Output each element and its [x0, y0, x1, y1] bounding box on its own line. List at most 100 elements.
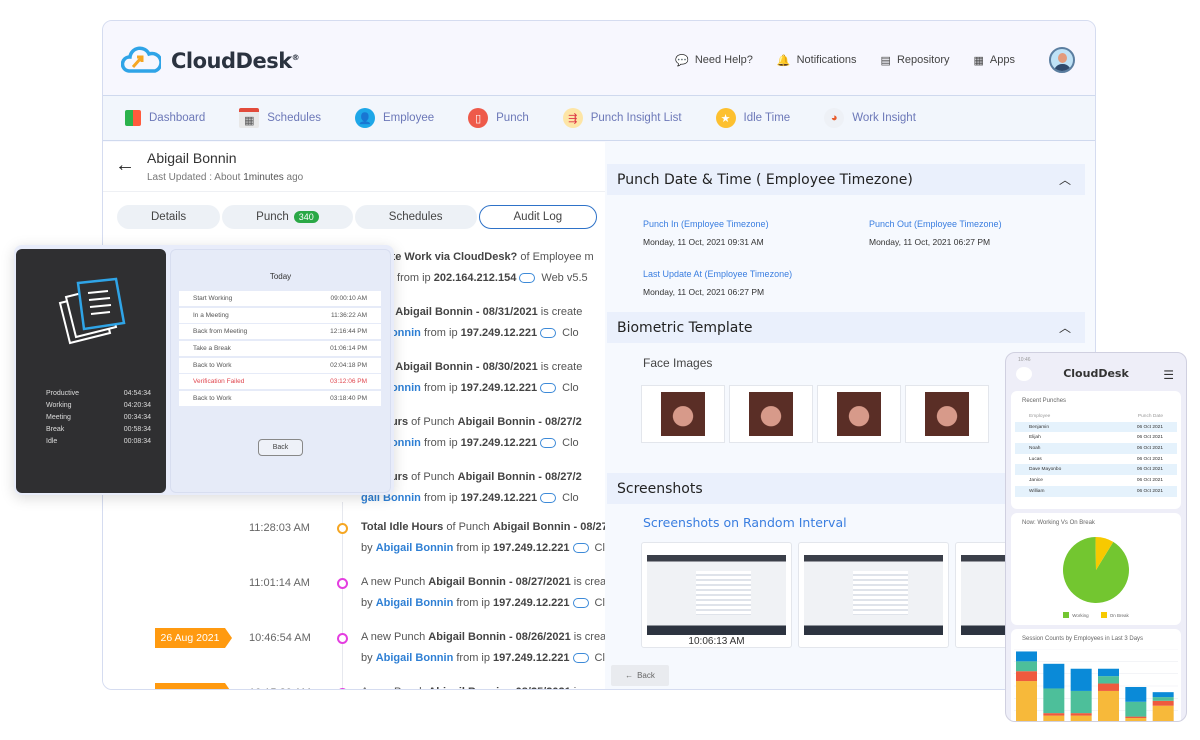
nav-idle-time[interactable]: ★ Idle Time: [715, 108, 790, 128]
bar-segment-s3-e5[interactable]: [1125, 701, 1147, 717]
user-avatar[interactable]: [1049, 47, 1075, 73]
table-row[interactable]: Dave Mayonbo 06 Oct 2021: [1015, 464, 1177, 476]
cloud-icon: [540, 438, 557, 449]
date-tag: 26 Aug 2021: [155, 628, 232, 648]
table-cell: 06 Oct 2021: [1136, 467, 1163, 473]
text: of Punch: [408, 416, 458, 428]
today-back-button[interactable]: Back: [258, 439, 303, 456]
bar-segment-s2-e4[interactable]: [1098, 683, 1119, 691]
screenshot-thumb[interactable]: [798, 542, 949, 648]
bar-segment-s4-e5[interactable]: [1125, 686, 1147, 702]
top-actions: 💬 Need Help? 🔔 Notifications ▤ Repository ▦…: [675, 47, 1075, 73]
bar-segment-s1-e4[interactable]: [1098, 690, 1119, 722]
nav-employee[interactable]: 👤 Employee: [354, 108, 434, 128]
main-nav: Dashboard ▦ Schedules 👤 Employee ▯ Punch ⇶ P…: [103, 95, 1095, 141]
event-row: Verification Failed 03:12:06 PM: [179, 374, 381, 390]
text: from ip: [420, 382, 461, 394]
text: Abigail Bonnin - 08/27/2: [492, 521, 617, 533]
table-cell: 06 Oct 2021: [1136, 488, 1163, 494]
bar-segment-s2-e1[interactable]: [1016, 671, 1037, 682]
table-row[interactable]: Benjamin 06 Oct 2021: [1015, 421, 1177, 433]
bar-segment-s4-e4[interactable]: [1098, 668, 1119, 677]
event-time: 01:06:14 PM: [330, 345, 367, 353]
stat-label: Productive: [46, 390, 80, 397]
text: 197.249.12.221: [460, 327, 538, 339]
face-image[interactable]: [641, 385, 725, 443]
daily-summary-card: Productive 04:54:34 Working 04:20:34 Meeting…: [14, 245, 394, 495]
audit-entry: 11:01:14 AM A new Punch Abigail Bonnin - …: [103, 573, 615, 617]
text: of Punch: [443, 521, 493, 533]
bar-segment-s3-e6[interactable]: [1152, 697, 1174, 701]
punch-in-label: Punch In (Employee Timezone): [643, 219, 769, 229]
audit-line: A new Punch Abigail Bonnin - 08/26/2021 …: [361, 631, 615, 643]
tab-schedules[interactable]: Schedules: [354, 205, 477, 229]
tab-details[interactable]: Details: [117, 205, 221, 229]
back-arrow-icon[interactable]: ←: [115, 154, 135, 177]
nav-dashboard[interactable]: Dashboard: [125, 110, 205, 126]
audit-line: by Abigail Bonnin from ip 197.249.12.221…: [361, 652, 611, 664]
nav-punch-insight-list[interactable]: ⇶ Punch Insight List: [562, 108, 682, 128]
table-row[interactable]: Lucas 06 Oct 2021: [1015, 454, 1177, 465]
actor-link[interactable]: Abigail Bonnin: [376, 597, 454, 609]
brand-logo[interactable]: CloudDesk®: [121, 45, 300, 77]
bar-segment-s1-e6[interactable]: [1152, 705, 1174, 722]
text: from ip: [453, 597, 494, 609]
pie-chart-title: Now: Working Vs On Break: [1022, 520, 1095, 526]
bar-segment-s1-e5[interactable]: [1125, 718, 1147, 722]
biometric-header[interactable]: Biometric Template ︿: [607, 312, 1085, 343]
bar-segment-s4-e3[interactable]: [1070, 668, 1092, 691]
audit-line: gail Bonnin from ip 197.249.12.221 Clo: [361, 492, 579, 504]
text: by: [361, 542, 376, 554]
chevron-up-icon[interactable]: ︿: [1059, 319, 1071, 336]
nav-schedules[interactable]: ▦ Schedules: [239, 108, 321, 128]
bar-segment-s1-e2[interactable]: [1043, 715, 1065, 722]
bar-segment-s4-e1[interactable]: [1016, 651, 1037, 662]
grid-icon: ▦: [973, 54, 984, 67]
bar-segment-s4-e6[interactable]: [1152, 692, 1174, 698]
bar-segment-s4-e2[interactable]: [1043, 663, 1065, 689]
star-icon: ★: [715, 108, 736, 128]
tab-audit-log[interactable]: Audit Log: [478, 205, 598, 229]
screenshot-thumb[interactable]: 10:06:13 AM: [641, 542, 792, 648]
nav-work-insight[interactable]: ◕ Work Insight: [824, 108, 916, 128]
back-button[interactable]: ← Back: [611, 665, 669, 686]
table-row[interactable]: Elijah 06 Oct 2021: [1015, 432, 1177, 443]
face-images-label: Face Images: [643, 356, 713, 370]
text: 197.249.12.221: [460, 382, 538, 394]
need-help-link[interactable]: 💬 Need Help?: [675, 54, 753, 67]
face-image[interactable]: [729, 385, 813, 443]
face-image[interactable]: [817, 385, 901, 443]
table-row[interactable]: William 06 Oct 2021: [1015, 485, 1177, 497]
bar-segment-s2-e2[interactable]: [1043, 713, 1065, 716]
bar-segment-s3-e3[interactable]: [1070, 690, 1092, 714]
text: 197.249.12.221: [460, 437, 538, 449]
bar-segment-s2-e3[interactable]: [1070, 713, 1092, 716]
event-time: 02:04:18 PM: [330, 361, 367, 369]
punch-datetime-header[interactable]: Punch Date & Time ( Employee Timezone) ︿: [607, 164, 1085, 195]
bar-segment-s3-e1[interactable]: [1016, 661, 1037, 672]
chevron-up-icon[interactable]: ︿: [1059, 171, 1071, 188]
bar-segment-s3-e4[interactable]: [1098, 676, 1119, 684]
hamburger-menu-icon[interactable]: ☰: [1163, 368, 1174, 382]
punch-count-badge: 340: [293, 211, 319, 223]
bar-segment-s1-e3[interactable]: [1070, 715, 1092, 722]
signpost-icon: ⇶: [562, 108, 583, 128]
nav-punch[interactable]: ▯ Punch: [468, 108, 529, 128]
bar-segment-s2-e5[interactable]: [1125, 716, 1147, 719]
bar-segment-s3-e2[interactable]: [1043, 688, 1065, 714]
face-image[interactable]: [905, 385, 989, 443]
repository-link[interactable]: ▤ Repository: [881, 54, 950, 67]
actor-link[interactable]: Abigail Bonnin: [376, 652, 454, 664]
actor-link[interactable]: Abigail Bonnin: [376, 542, 454, 554]
table-row[interactable]: Janice 06 Oct 2021: [1015, 475, 1177, 486]
bar-segment-s2-e6[interactable]: [1152, 700, 1174, 706]
tab-punch[interactable]: Punch 340: [222, 205, 353, 229]
table-row[interactable]: Noah 06 Oct 2021: [1015, 443, 1177, 454]
cloud-icon: [572, 598, 589, 609]
text: is create: [537, 361, 583, 373]
audit-entry: 25 Aug 2021 10:15:20 AM A new Punch Abigai…: [103, 683, 615, 689]
notifications-link[interactable]: 🔔 Notifications: [777, 54, 857, 67]
bar-segment-s1-e1[interactable]: [1016, 681, 1037, 722]
text: A new Punch: [361, 686, 428, 689]
apps-link[interactable]: ▦ Apps: [974, 54, 1015, 67]
